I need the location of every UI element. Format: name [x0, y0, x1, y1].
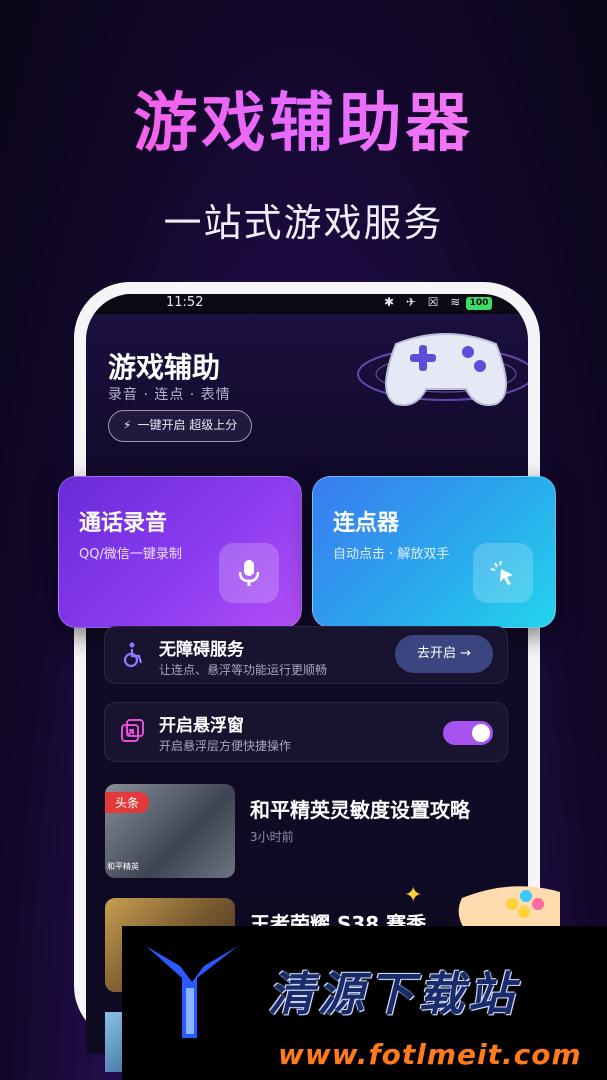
app-subtitle: 录音 · 连点 · 表情	[108, 387, 231, 403]
news-title[interactable]: 和平精英灵敏度设置攻略	[250, 794, 470, 823]
headline-badge: 头条	[105, 792, 150, 813]
floating-window-icon	[121, 719, 144, 742]
thumbnail-caption: 和平精英	[107, 862, 139, 871]
auto-clicker-title: 连点器	[333, 511, 400, 536]
hero-subtitle: 一站式游戏服务	[163, 201, 444, 245]
toggle-knob	[472, 724, 490, 742]
hero-title: 游戏辅助器	[0, 72, 607, 164]
wheelchair-icon	[123, 642, 143, 668]
tap-cursor-icon	[473, 543, 533, 603]
call-record-title: 通话录音	[79, 511, 168, 536]
watermark-site-name: 清源下载站	[268, 967, 518, 1021]
floating-window-title: 开启悬浮窗	[159, 716, 244, 736]
floating-window-subtitle: 开启悬浮层方便快捷操作	[159, 739, 292, 753]
floating-window-row: 开启悬浮窗 开启悬浮层方便快捷操作	[104, 702, 508, 762]
news-thumbnail[interactable]: 头条 和平精英	[105, 784, 235, 878]
call-record-card[interactable]: 通话录音 QQ/微信一键录制	[58, 476, 302, 628]
enable-accessibility-button[interactable]: 去开启 →	[395, 635, 493, 673]
microphone-icon	[219, 543, 279, 603]
quick-start-button[interactable]: ⚡ 一键开启 超级上分	[108, 410, 253, 442]
auto-clicker-card[interactable]: 连点器 自动点击 · 解放双手	[312, 476, 556, 628]
floating-window-toggle[interactable]	[443, 721, 493, 745]
watermark-url: www.fotlmeit.com	[278, 1038, 582, 1071]
quick-start-label: 一键开启 超级上分	[137, 418, 238, 432]
lightning-icon: ⚡	[123, 418, 132, 432]
app-title: 游戏辅助	[108, 351, 221, 384]
call-record-subtitle: QQ/微信一键录制	[79, 547, 182, 562]
site-logo-icon	[146, 946, 238, 1038]
accessibility-subtitle: 让连点、悬浮等功能运行更顺畅	[159, 663, 328, 677]
accessibility-title: 无障碍服务	[159, 640, 244, 660]
auto-clicker-subtitle: 自动点击 · 解放双手	[333, 547, 450, 562]
watermark-banner: 清源下载站 www.fotlmeit.com	[122, 926, 607, 1080]
sparkle-icon: ✦	[404, 883, 423, 908]
accessibility-row: 无障碍服务 让连点、悬浮等功能运行更顺畅 去开启 →	[104, 626, 508, 684]
gamepad-icon	[357, 333, 528, 406]
news-time: 3小时前	[250, 830, 294, 844]
status-time: 11:52	[166, 295, 204, 310]
